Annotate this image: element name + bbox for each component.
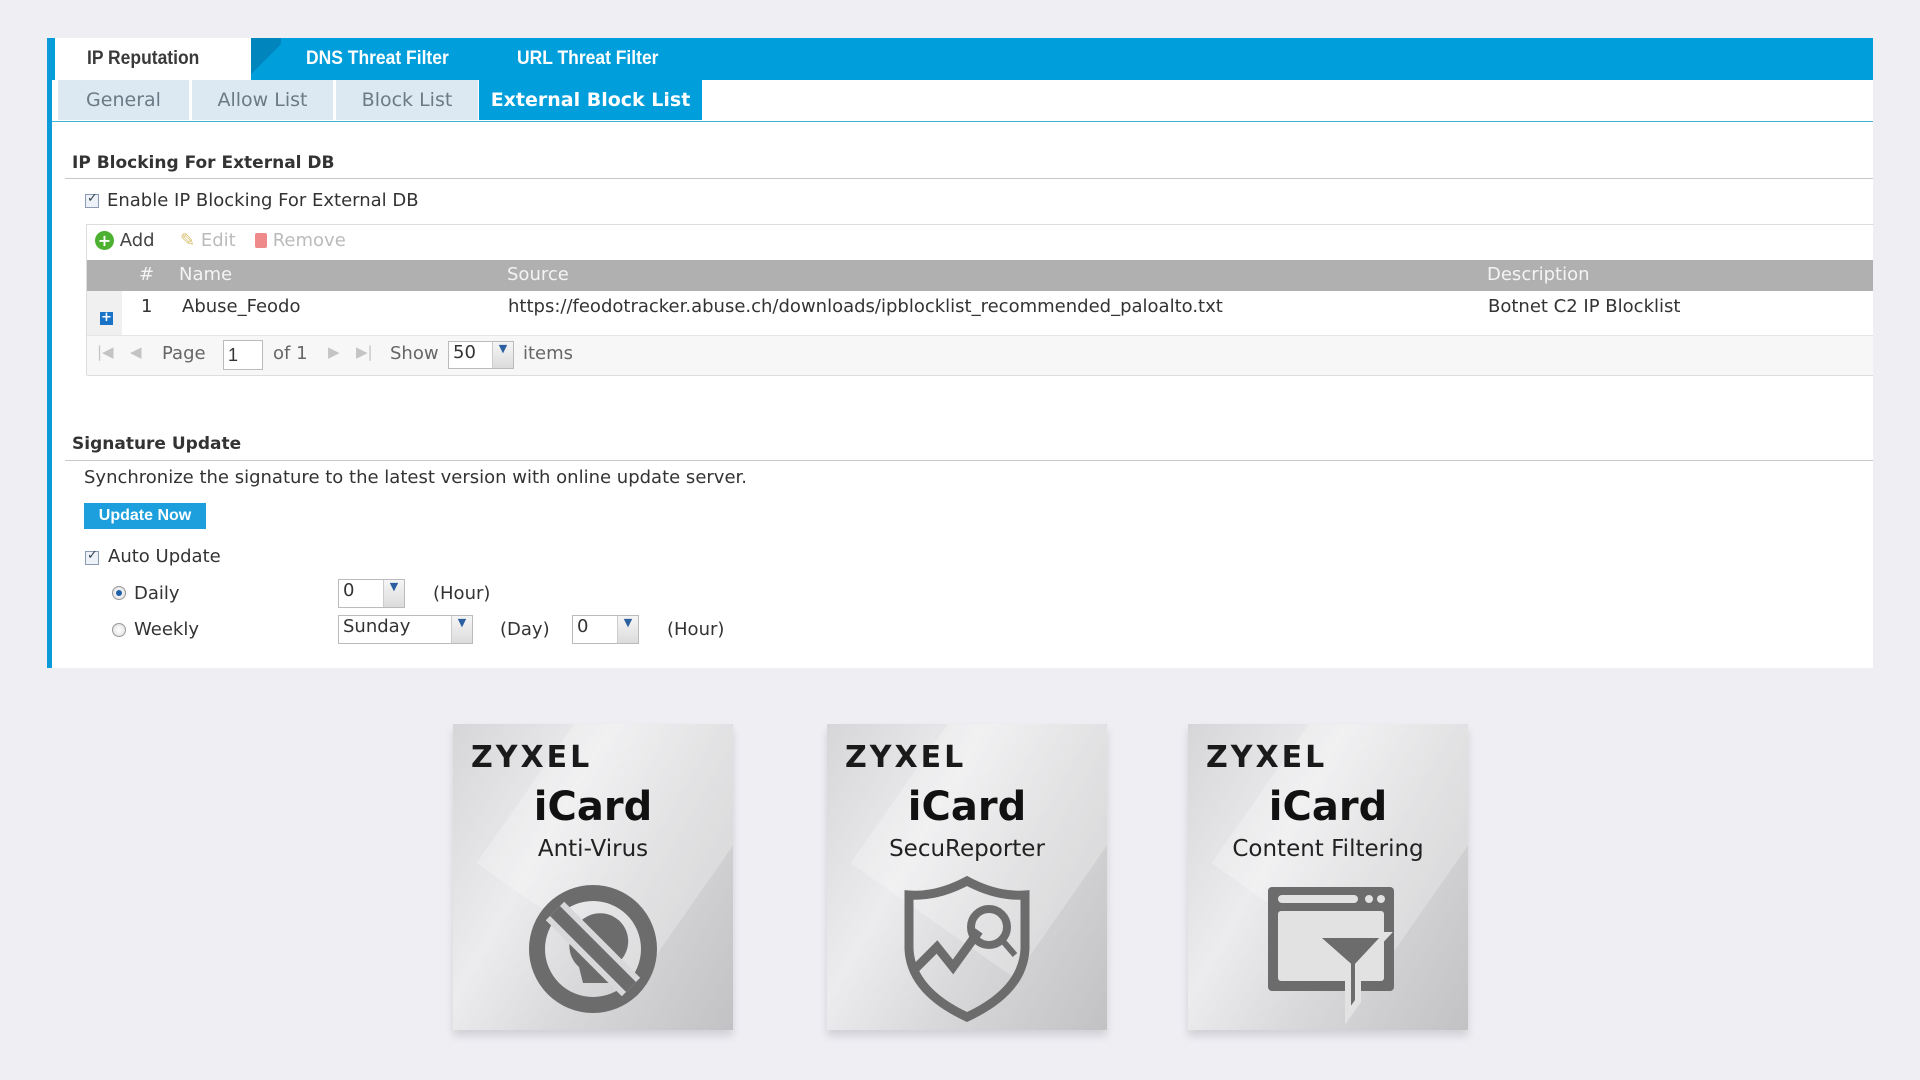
subtab-external-block-list[interactable]: External Block List (479, 80, 702, 120)
weekly-hour-unit: (Hour) (667, 619, 725, 640)
subtab-allow-list[interactable]: Allow List (192, 80, 333, 120)
next-page-icon[interactable]: ▶ (328, 343, 340, 361)
subtab-general[interactable]: General (58, 80, 189, 120)
weekly-day-unit: (Day) (500, 619, 550, 640)
page-size-select[interactable]: 50 ▼ (448, 341, 514, 369)
section-title-external-db: IP Blocking For External DB (72, 153, 335, 173)
column-header-description[interactable]: Description (1487, 264, 1590, 285)
first-page-icon[interactable]: |◀ (97, 343, 114, 361)
table-header-row (87, 260, 1873, 291)
show-label: Show (390, 343, 439, 364)
auto-update-label: Auto Update (108, 546, 221, 567)
remove-label: Remove (272, 230, 346, 251)
product-subtitle: Anti-Virus (537, 836, 649, 862)
page-size-value: 50 (453, 342, 476, 363)
table-row-name[interactable]: Abuse_Feodo (182, 296, 301, 317)
no-virus-icon (529, 885, 657, 1013)
product-name: iCard (533, 784, 653, 830)
section-divider (65, 178, 1873, 179)
chevron-down-icon: ▼ (451, 616, 472, 643)
tab-dns-threat-filter[interactable]: DNS Threat Filter (306, 38, 449, 80)
column-header-name[interactable]: Name (179, 264, 232, 285)
icard-secureporter: ZYXEL iCard SecuReporter (827, 724, 1107, 1030)
weekly-hour-value: 0 (577, 616, 589, 637)
chevron-down-icon: ▼ (617, 616, 638, 643)
chevron-down-icon: ▼ (383, 580, 404, 607)
daily-label: Daily (134, 583, 180, 604)
browser-filter-icon (1268, 887, 1394, 1025)
weekly-label: Weekly (134, 619, 199, 640)
daily-radio[interactable] (112, 586, 126, 600)
page-number-input[interactable] (223, 340, 263, 370)
add-icon: + (95, 231, 114, 250)
edit-icon: ✎ (180, 230, 196, 251)
last-page-icon[interactable]: ▶| (356, 343, 373, 361)
add-label: Add (119, 230, 155, 251)
daily-hour-unit: (Hour) (433, 583, 491, 604)
tab-shadow (251, 38, 281, 80)
table-pager (87, 335, 1873, 376)
remove-button[interactable]: Remove (255, 230, 346, 251)
enable-external-db-checkbox[interactable] (85, 191, 99, 208)
weekly-day-value: Sunday (343, 616, 411, 637)
subtab-underline (52, 121, 1873, 122)
items-label: items (523, 343, 574, 364)
icard-anti-virus: ZYXEL iCard Anti-Virus (453, 724, 733, 1030)
trash-icon (255, 233, 267, 248)
tab-url-threat-filter[interactable]: URL Threat Filter (517, 38, 658, 80)
panel-accent-strip (47, 38, 52, 668)
weekly-day-select[interactable]: Sunday ▼ (338, 615, 473, 644)
signature-description: Synchronize the signature to the latest … (84, 467, 747, 488)
brand-logo: ZYXEL (845, 740, 967, 775)
add-button[interactable]: + Add (95, 230, 155, 251)
column-header-index[interactable]: # (139, 264, 154, 285)
column-header-source[interactable]: Source (507, 264, 569, 285)
page-label: Page (162, 343, 206, 364)
table-row-source: https://feodotracker.abuse.ch/downloads/… (508, 296, 1223, 317)
chevron-down-icon: ▼ (492, 342, 513, 368)
expand-row-icon[interactable]: + (100, 311, 113, 325)
product-subtitle: SecuReporter (889, 836, 1045, 862)
table-row-index: 1 (141, 296, 153, 317)
tab-ip-reputation[interactable]: IP Reputation (87, 38, 199, 80)
page-count-label: of 1 (273, 343, 308, 364)
prev-page-icon[interactable]: ◀ (130, 343, 142, 361)
icard-content-filtering: ZYXEL iCard Content Filtering (1188, 724, 1468, 1030)
weekly-radio[interactable] (112, 623, 126, 637)
update-now-button[interactable]: Update Now (84, 503, 206, 529)
section-divider (65, 460, 1873, 461)
shield-analytics-icon (904, 875, 1030, 1022)
auto-update-checkbox[interactable] (85, 548, 99, 565)
product-subtitle: Content Filtering (1232, 836, 1424, 862)
daily-hour-select[interactable]: 0 ▼ (338, 579, 405, 608)
edit-button[interactable]: ✎ Edit (180, 230, 236, 251)
brand-logo: ZYXEL (471, 740, 593, 775)
product-name: iCard (1268, 784, 1388, 830)
daily-hour-value: 0 (343, 580, 355, 601)
brand-logo: ZYXEL (1206, 740, 1328, 775)
edit-label: Edit (200, 230, 236, 251)
enable-external-db-label: Enable IP Blocking For External DB (107, 190, 419, 211)
table-row-description: Botnet C2 IP Blocklist (1488, 296, 1681, 317)
weekly-hour-select[interactable]: 0 ▼ (572, 615, 639, 644)
section-title-signature: Signature Update (72, 434, 242, 454)
product-name: iCard (907, 784, 1027, 830)
subtab-block-list[interactable]: Block List (336, 80, 478, 120)
